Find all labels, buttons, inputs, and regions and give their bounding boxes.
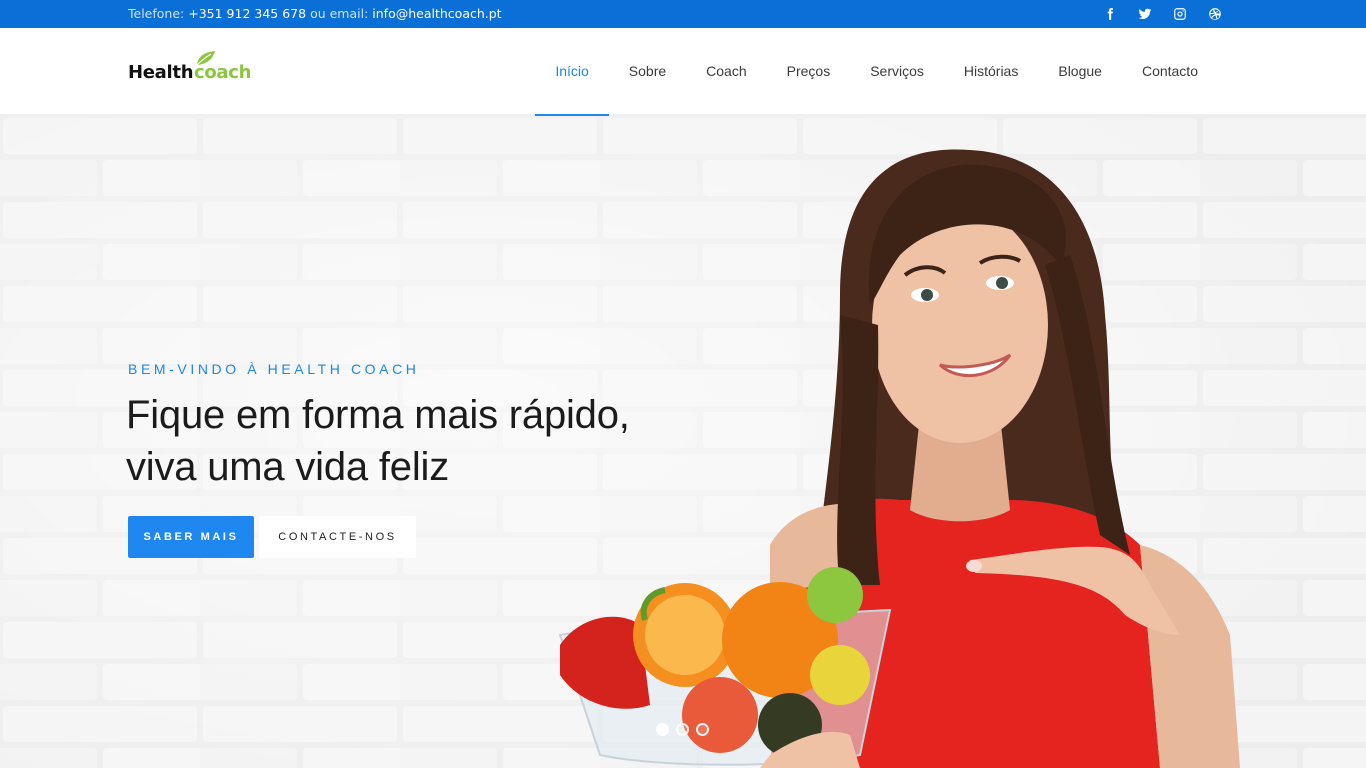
slide-dot-3[interactable] [696, 723, 709, 736]
slide-dot-1[interactable] [656, 723, 669, 736]
social-links [1101, 5, 1224, 23]
nav-item-blogue[interactable]: Blogue [1038, 28, 1122, 115]
phone-number[interactable]: +351 912 345 678 [188, 6, 306, 21]
facebook-icon[interactable] [1101, 5, 1119, 23]
logo-text-coach: coach [194, 62, 252, 83]
phone-label: Telefone: [128, 6, 185, 21]
dribbble-icon[interactable] [1206, 5, 1224, 23]
hero-headline: Fique em forma mais rápido, viva uma vid… [126, 389, 766, 493]
slide-dot-2[interactable] [676, 723, 689, 736]
site-header: Health coach Início Sobre Coach Preços S… [0, 28, 1366, 116]
nav-item-servicos[interactable]: Serviços [850, 28, 944, 115]
instagram-icon[interactable] [1171, 5, 1189, 23]
logo-text-health: Health [128, 62, 194, 83]
nav-item-contacto[interactable]: Contacto [1122, 28, 1218, 115]
email-label: ou email: [310, 6, 369, 21]
contact-info: Telefone: +351 912 345 678 ou email: inf… [128, 6, 502, 22]
learn-more-button[interactable]: SABER MAIS [128, 516, 254, 558]
nav-item-coach[interactable]: Coach [686, 28, 766, 115]
hero-eyebrow: BEM-VINDO À HEALTH COACH [128, 361, 420, 377]
nav-item-sobre[interactable]: Sobre [609, 28, 686, 115]
contact-us-button[interactable]: CONTACTE-NOS [259, 516, 416, 558]
top-contact-bar: Telefone: +351 912 345 678 ou email: inf… [0, 0, 1366, 28]
main-nav: Início Sobre Coach Preços Serviços Histó… [535, 28, 1218, 116]
logo[interactable]: Health coach [128, 50, 268, 90]
hero-headline-line-1: Fique em forma mais rápido, [126, 393, 630, 437]
nav-item-precos[interactable]: Preços [767, 28, 851, 115]
slider-pagination [656, 723, 709, 736]
nav-item-inicio[interactable]: Início [535, 28, 610, 116]
nav-item-historias[interactable]: Histórias [944, 28, 1038, 115]
email-link[interactable]: info@healthcoach.pt [372, 6, 501, 21]
hero-slider: BEM-VINDO À HEALTH COACH Fique em forma … [0, 115, 1366, 768]
hero-headline-line-2: viva uma vida feliz [126, 445, 449, 489]
twitter-icon[interactable] [1136, 5, 1154, 23]
